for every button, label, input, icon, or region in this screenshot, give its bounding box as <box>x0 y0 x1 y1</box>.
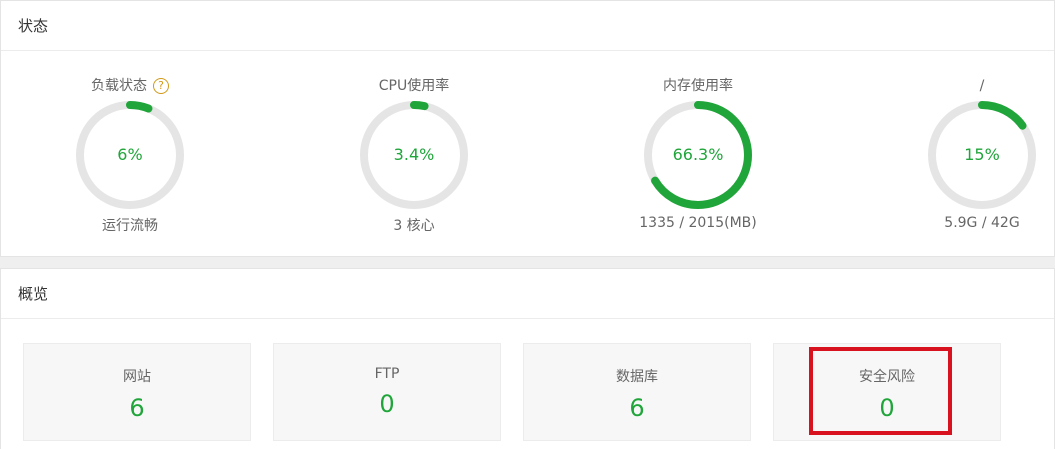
card-websites[interactable]: 网站 6 <box>23 343 251 441</box>
gauge-cpu: CPU使用率 3.4% 3 核心 <box>314 73 514 235</box>
gauge-disk-ring: 15% <box>928 101 1036 209</box>
gauge-memory-ring: 66.3% <box>644 101 752 209</box>
card-databases[interactable]: 数据库 6 <box>523 343 751 441</box>
gauge-disk-sub: 5.9G / 42G <box>944 215 1020 231</box>
card-ftp[interactable]: FTP 0 <box>273 343 501 441</box>
gauge-load-ring: 6% <box>76 101 184 209</box>
gauge-memory: 内存使用率 66.3% 1335 / 2015(MB) <box>598 73 798 231</box>
highlight-annotation-box <box>809 347 952 435</box>
gauge-load: 负载状态? 6% 运行流畅 <box>30 73 230 235</box>
card-ftp-label: FTP <box>374 366 400 382</box>
question-circle-icon[interactable]: ? <box>153 78 169 94</box>
card-ftp-value[interactable]: 0 <box>274 390 500 418</box>
gauge-memory-sub: 1335 / 2015(MB) <box>639 215 757 231</box>
card-websites-label: 网站 <box>123 369 151 385</box>
gauge-load-label: 负载状态 <box>91 78 147 94</box>
gauge-disk-value: 15% <box>964 145 1000 164</box>
gauge-cpu-sub: 3 核心 <box>393 218 435 234</box>
gauge-cpu-label: CPU使用率 <box>378 78 450 94</box>
card-websites-value[interactable]: 6 <box>24 394 250 422</box>
status-panel: 状态 负载状态? 6% 运行流畅 CPU使用率 3.4% 3 核心 内存使用率 … <box>0 0 1055 257</box>
gauge-memory-label: 内存使用率 <box>663 78 733 94</box>
overview-panel-title: 概览 <box>1 269 1054 319</box>
gauge-load-sub: 运行流畅 <box>102 218 158 234</box>
card-databases-label: 数据库 <box>616 369 658 385</box>
card-databases-value[interactable]: 6 <box>524 394 750 422</box>
status-panel-title: 状态 <box>1 1 1054 51</box>
gauge-cpu-ring: 3.4% <box>360 101 468 209</box>
gauge-disk-label: / <box>979 78 985 94</box>
gauge-disk: / 15% 5.9G / 42G <box>882 73 1055 231</box>
gauge-memory-value: 66.3% <box>672 145 724 164</box>
gauge-load-value: 6% <box>117 145 143 164</box>
gauge-cpu-value: 3.4% <box>393 145 435 164</box>
